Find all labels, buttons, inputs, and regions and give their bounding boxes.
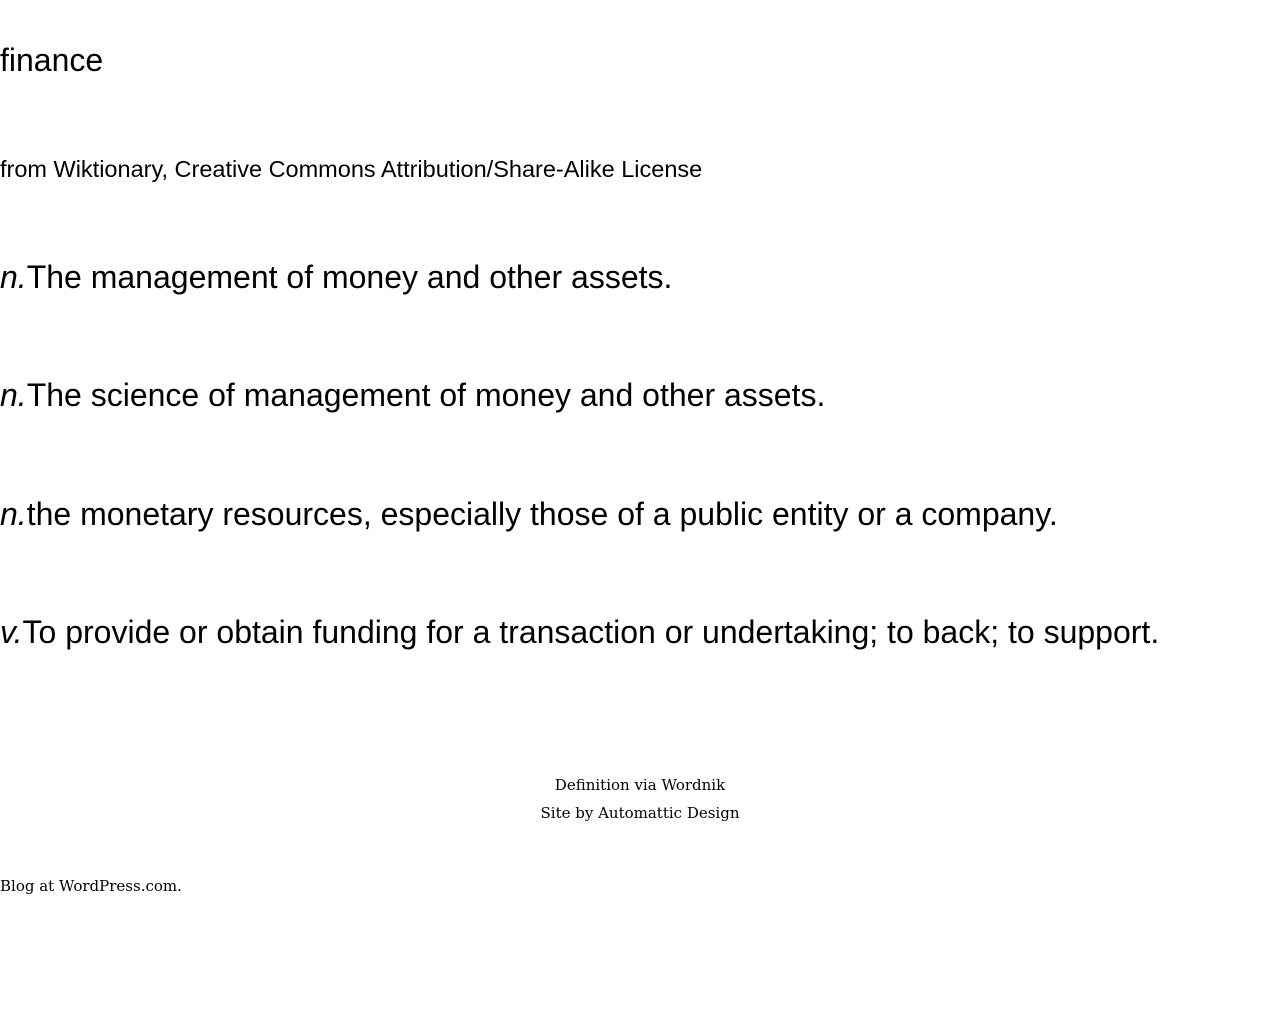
part-of-speech: n.	[0, 496, 27, 532]
part-of-speech: n.	[0, 377, 27, 413]
credits: Definition via Wordnik Site by Automatti…	[0, 771, 1280, 827]
definition-item: v.To provide or obtain funding for a tra…	[0, 610, 1159, 654]
part-of-speech: n.	[0, 259, 27, 295]
automattic-design-link[interactable]: Automattic Design	[598, 804, 739, 822]
definition-text: To provide or obtain funding for a trans…	[22, 614, 1160, 650]
site-credit: Site by Automattic Design	[0, 799, 1280, 827]
definition-text: the monetary resources, especially those…	[26, 496, 1058, 532]
site-credit-prefix: Site by	[540, 804, 599, 822]
word-title: finance	[0, 42, 104, 78]
definition-item: n.The science of management of money and…	[0, 373, 825, 417]
definition-item: n.The management of money and other asse…	[0, 255, 672, 299]
part-of-speech: v.	[0, 614, 23, 650]
wordnik-link[interactable]: Wordnik	[661, 776, 725, 794]
page: finance from Wiktionary, Creative Common…	[0, 0, 1280, 1024]
wordpress-blog-link[interactable]: Blog at WordPress.com.	[0, 877, 182, 895]
definition-item: n.the monetary resources, especially tho…	[0, 492, 1058, 536]
definition-source: from Wiktionary, Creative Commons Attrib…	[0, 156, 703, 182]
definition-credit-prefix: Definition via	[554, 776, 662, 794]
definition-text: The management of money and other assets…	[26, 259, 673, 295]
definition-credit: Definition via Wordnik	[0, 771, 1280, 799]
definition-text: The science of management of money and o…	[26, 377, 826, 413]
site-footer: Blog at WordPress.com.	[0, 874, 182, 898]
